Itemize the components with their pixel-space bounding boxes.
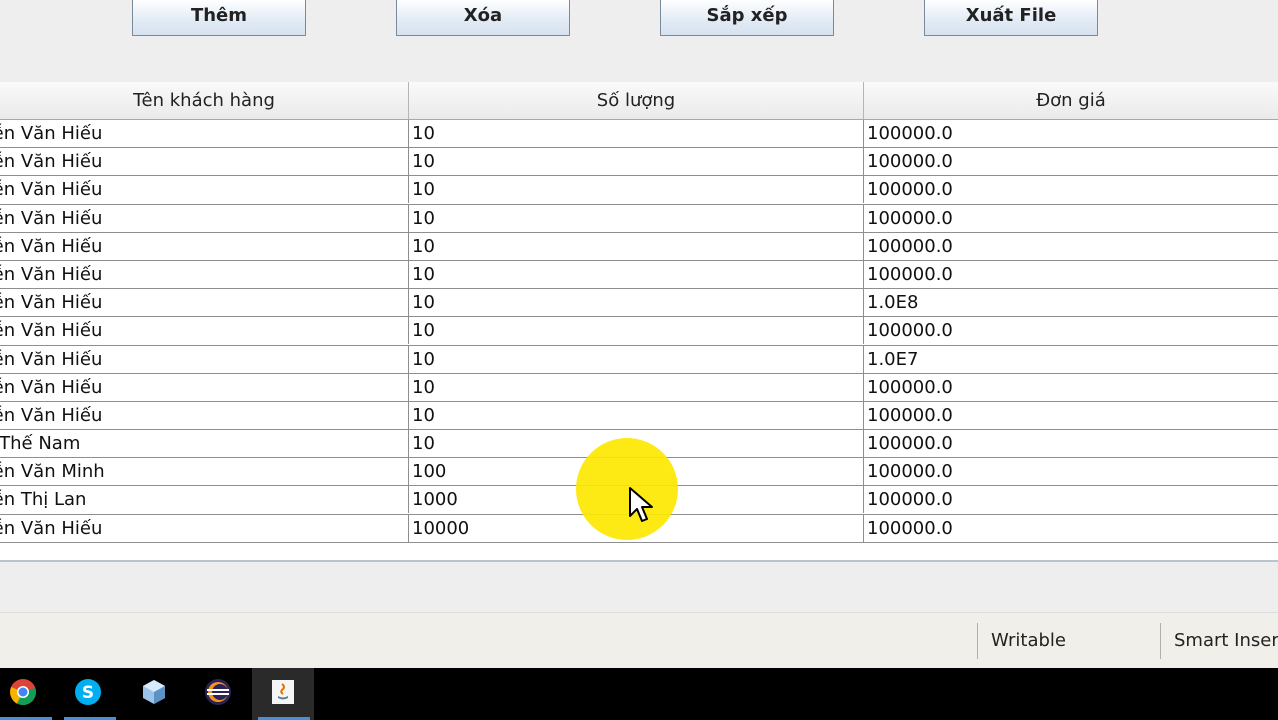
status-bar: Writable Smart Inser	[0, 612, 1278, 668]
cell-unit-price[interactable]: 100000.0	[864, 148, 1278, 175]
cell-customer-name[interactable]: yễn Văn Hiếu	[0, 345, 409, 373]
column-header-customer-name[interactable]: Tên khách hàng	[0, 82, 409, 119]
table-row[interactable]: yễn Văn Hiếu 101.0E8	[0, 289, 1278, 318]
export-file-button[interactable]: Xuất File	[924, 0, 1098, 36]
table-row[interactable]: yễn Văn Hiếu 10100000.0	[0, 148, 1278, 177]
cell-customer-name-text: yễn Thị Lan	[0, 489, 87, 511]
cell-customer-name-text: yễn Văn Hiếu	[0, 207, 103, 229]
cell-quantity[interactable]: 10	[409, 373, 864, 401]
cell-unit-price[interactable]: 1.0E7	[864, 346, 1278, 373]
cell-quantity[interactable]: 10	[409, 204, 864, 232]
cell-customer-name-text: yễn Văn Hiếu	[0, 376, 103, 398]
status-separator	[1160, 623, 1161, 659]
cell-customer-name-text: yễn Văn Minh	[0, 461, 105, 483]
cell-customer-name[interactable]: yễn Văn Hiếu	[0, 373, 409, 401]
cell-unit-price[interactable]: 100000.0	[864, 374, 1278, 401]
table-row[interactable]: yễn Văn Hiếu 10100000.0	[0, 232, 1278, 261]
svg-text:S: S	[82, 683, 94, 703]
cell-customer-name[interactable]: yễn Văn Hiếu	[0, 289, 409, 317]
windows-taskbar: S	[0, 668, 1278, 720]
cell-customer-name-text: yễn Văn Hiếu	[0, 151, 103, 173]
table-row[interactable]: yễn Văn Hiếu 10100000.0	[0, 317, 1278, 346]
application-window: Thêm Xóa Sắp xếp Xuất File Tên khách hàn…	[0, 0, 1278, 720]
cell-quantity[interactable]: 10	[409, 289, 864, 317]
cell-unit-price[interactable]: 100000.0	[864, 120, 1278, 147]
cell-unit-price[interactable]: 100000.0	[864, 458, 1278, 485]
skype-icon[interactable]: S	[74, 678, 102, 706]
cell-unit-price[interactable]: 100000.0	[864, 317, 1278, 344]
cell-customer-name[interactable]: yễn Văn Hiếu	[0, 204, 409, 232]
cell-quantity[interactable]: 10	[409, 176, 864, 204]
cell-customer-name[interactable]: yễn Thị Lan	[0, 486, 409, 514]
sort-button[interactable]: Sắp xếp	[660, 0, 834, 36]
mouse-cursor-icon	[629, 487, 653, 522]
table-header: Tên khách hàng Số lượng Đơn giá	[0, 82, 1278, 120]
cell-customer-name[interactable]: yễn Văn Hiếu	[0, 148, 409, 176]
cell-quantity[interactable]: 10	[409, 317, 864, 345]
status-separator	[977, 623, 978, 659]
cell-customer-name-text: yễn Văn Hiếu	[0, 348, 103, 370]
table-row[interactable]: yễn Văn Hiếu 10100000.0	[0, 373, 1278, 402]
status-insert-mode: Smart Inser	[1174, 630, 1278, 651]
cell-customer-name[interactable]: yễn Văn Hiếu	[0, 317, 409, 345]
cell-customer-name-text: yễn Văn Hiếu	[0, 263, 103, 285]
cell-customer-name[interactable]: yễn Văn Hiếu	[0, 232, 409, 260]
delete-button[interactable]: Xóa	[396, 0, 570, 36]
java-app-icon[interactable]	[269, 678, 297, 706]
cursor-highlight	[576, 438, 678, 540]
cell-customer-name[interactable]: n Thế Nam	[0, 430, 409, 458]
status-writable: Writable	[991, 630, 1066, 651]
cell-unit-price[interactable]: 100000.0	[864, 430, 1278, 457]
cell-unit-price[interactable]: 100000.0	[864, 402, 1278, 429]
cell-customer-name[interactable]: yễn Văn Hiếu	[0, 401, 409, 429]
table-row[interactable]: yễn Văn Hiếu 10100000.0	[0, 120, 1278, 149]
cell-customer-name-text: yễn Văn Hiếu	[0, 179, 103, 201]
table-row[interactable]: yễn Văn Hiếu 10100000.0	[0, 401, 1278, 431]
cell-customer-name[interactable]: yễn Văn Hiếu	[0, 514, 409, 542]
cell-quantity[interactable]: 10	[409, 148, 864, 176]
cell-customer-name[interactable]: yễn Văn Hiếu	[0, 120, 409, 147]
cell-customer-name-text: yễn Văn Hiếu	[0, 404, 103, 426]
virtualbox-icon[interactable]	[140, 678, 168, 706]
cell-quantity[interactable]: 10	[409, 260, 864, 288]
cell-quantity[interactable]: 10	[409, 120, 864, 147]
toolbar: Thêm Xóa Sắp xếp Xuất File	[0, 0, 1278, 82]
cell-unit-price[interactable]: 100000.0	[864, 176, 1278, 203]
table-row[interactable]: yễn Văn Hiếu 10100000.0	[0, 204, 1278, 233]
cell-unit-price[interactable]: 100000.0	[864, 261, 1278, 288]
cell-quantity[interactable]: 10	[409, 232, 864, 260]
add-button[interactable]: Thêm	[132, 0, 306, 36]
cell-unit-price[interactable]: 100000.0	[864, 233, 1278, 260]
eclipse-icon[interactable]	[204, 678, 232, 706]
cell-customer-name[interactable]: yễn Văn Hiếu	[0, 176, 409, 204]
cell-customer-name-text: n Thế Nam	[0, 433, 81, 455]
cell-unit-price[interactable]: 100000.0	[864, 515, 1278, 542]
cell-customer-name[interactable]: yễn Văn Hiếu	[0, 260, 409, 288]
cell-customer-name-text: yễn Văn Hiếu	[0, 517, 103, 539]
column-header-quantity[interactable]: Số lượng	[409, 82, 864, 119]
cell-customer-name-text: yễn Văn Hiếu	[0, 123, 103, 144]
table-row[interactable]: yễn Văn Hiếu 101.0E7	[0, 345, 1278, 374]
cell-customer-name[interactable]: yễn Văn Minh	[0, 458, 409, 486]
cell-customer-name-text: yễn Văn Hiếu	[0, 235, 103, 257]
cell-customer-name-text: yễn Văn Hiếu	[0, 320, 103, 342]
cell-unit-price[interactable]: 100000.0	[864, 205, 1278, 232]
cell-customer-name-text: yễn Văn Hiếu	[0, 292, 103, 314]
cell-unit-price[interactable]: 100000.0	[864, 486, 1278, 513]
cell-unit-price[interactable]: 1.0E8	[864, 289, 1278, 316]
chrome-icon[interactable]	[9, 678, 37, 706]
cell-quantity[interactable]: 10	[409, 345, 864, 373]
table-row[interactable]: yễn Văn Hiếu 10100000.0	[0, 260, 1278, 290]
table-row[interactable]: yễn Văn Hiếu 10100000.0	[0, 176, 1278, 205]
column-header-unit-price[interactable]: Đơn giá	[864, 82, 1278, 119]
cell-quantity[interactable]: 10	[409, 401, 864, 429]
